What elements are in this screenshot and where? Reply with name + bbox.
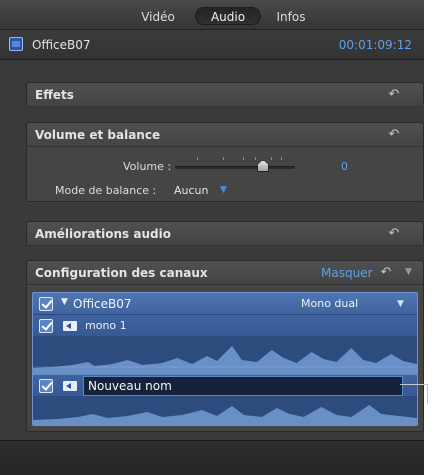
waveform bbox=[33, 398, 417, 425]
section-title: Améliorations audio bbox=[35, 227, 171, 241]
checkbox-icon[interactable] bbox=[39, 297, 53, 311]
channel-group-row[interactable]: ▼ OfficeB07 Mono dual ▼ bbox=[33, 293, 417, 315]
section-header[interactable]: Volume et balance ↶ bbox=[27, 123, 423, 147]
section-configuration-canaux: Configuration des canaux Masquer ↶ ▼ ▼ O… bbox=[26, 260, 424, 432]
slider-tick bbox=[281, 157, 282, 160]
slider-tick bbox=[223, 157, 224, 160]
section-volume-balance: Volume et balance ↶ Volume : 0 Mode de b… bbox=[26, 122, 424, 202]
reset-arrow-icon[interactable]: ↶ bbox=[379, 266, 393, 280]
tab-video[interactable]: Vidéo bbox=[128, 8, 188, 26]
section-ameliorations-audio: Améliorations audio ↶ bbox=[26, 221, 424, 246]
reset-arrow-icon[interactable]: ↶ bbox=[387, 128, 401, 142]
hide-button[interactable]: Masquer bbox=[321, 266, 373, 280]
channel-name: mono 1 bbox=[85, 319, 127, 332]
balance-mode-label: Mode de balance : bbox=[55, 184, 157, 197]
channel-row-editing[interactable]: Nouveau nom bbox=[33, 375, 417, 397]
section-title: Volume et balance bbox=[35, 128, 161, 142]
section-effets: Effets ↶ bbox=[26, 82, 424, 107]
inspector-bottom-bar bbox=[0, 440, 424, 475]
volume-value[interactable]: 0 bbox=[341, 160, 348, 173]
section-header[interactable]: Effets ↶ bbox=[27, 83, 423, 107]
disclosure-triangle-icon[interactable]: ▼ bbox=[61, 297, 68, 307]
waveform bbox=[33, 338, 417, 375]
callout-line bbox=[427, 384, 428, 404]
callout-line bbox=[400, 384, 428, 385]
slider-tick bbox=[255, 157, 256, 160]
balance-mode-value[interactable]: Aucun bbox=[174, 184, 209, 197]
reset-arrow-icon[interactable]: ↶ bbox=[387, 227, 401, 241]
section-header[interactable]: Améliorations audio ↶ bbox=[27, 222, 423, 246]
channel-name-field[interactable]: Nouveau nom bbox=[83, 376, 403, 396]
slider-tick bbox=[243, 157, 244, 160]
tab-infos[interactable]: Infos bbox=[268, 8, 314, 26]
clip-header: OfficeB07 00:01:09:12 bbox=[0, 30, 424, 60]
inspector-tab-bar: Vidéo Audio Infos bbox=[0, 0, 424, 30]
checkbox-icon[interactable] bbox=[39, 379, 53, 393]
chevron-down-icon[interactable]: ▼ bbox=[220, 185, 230, 195]
volume-slider-thumb[interactable] bbox=[257, 160, 269, 172]
section-title: Effets bbox=[35, 88, 74, 102]
audio-inspector: Vidéo Audio Infos OfficeB07 00:01:09:12 … bbox=[0, 0, 424, 475]
tab-audio[interactable]: Audio bbox=[195, 7, 261, 25]
volume-slider-track[interactable] bbox=[175, 166, 295, 169]
section-header[interactable]: Configuration des canaux Masquer ↶ ▼ bbox=[27, 261, 423, 285]
clip-name: OfficeB07 bbox=[32, 38, 91, 52]
clip-icon bbox=[9, 37, 23, 51]
clip-timecode: 00:01:09:12 bbox=[338, 38, 412, 52]
speaker-icon bbox=[63, 321, 77, 331]
speaker-icon bbox=[63, 381, 77, 391]
channel-group-name: OfficeB07 bbox=[73, 297, 132, 311]
slider-tick bbox=[197, 157, 198, 160]
channel-row[interactable]: mono 1 bbox=[33, 315, 417, 337]
volume-slider[interactable] bbox=[175, 155, 295, 175]
section-title: Configuration des canaux bbox=[35, 266, 208, 280]
channel-mode-popup[interactable]: Mono dual bbox=[301, 297, 358, 310]
checkbox-icon[interactable] bbox=[39, 319, 53, 333]
volume-label: Volume : bbox=[123, 160, 172, 173]
chevron-down-icon[interactable]: ▼ bbox=[397, 299, 404, 309]
slider-tick bbox=[271, 157, 272, 160]
reset-arrow-icon[interactable]: ↶ bbox=[387, 88, 401, 102]
channel-list: ▼ OfficeB07 Mono dual ▼ mono 1 Nouveau n… bbox=[32, 292, 418, 426]
chevron-down-icon[interactable]: ▼ bbox=[405, 267, 412, 277]
